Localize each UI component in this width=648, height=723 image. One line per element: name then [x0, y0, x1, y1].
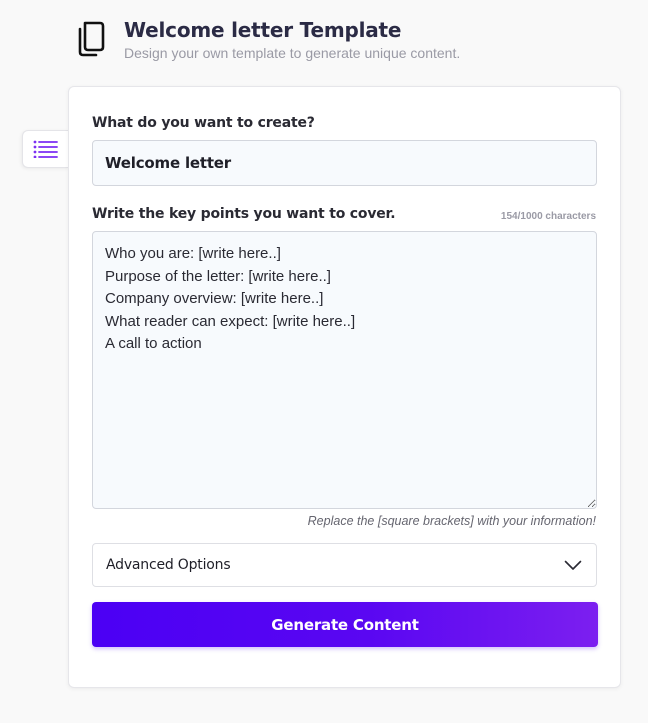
page-title: Welcome letter Template	[124, 18, 402, 42]
page: Welcome letter Template Design your own …	[0, 0, 648, 723]
character-count: 154/1000 characters	[500, 211, 596, 222]
chevron-down-icon	[564, 560, 582, 570]
key-points-textarea[interactable]	[92, 231, 597, 509]
copy-icon	[78, 21, 105, 57]
generate-content-button[interactable]: Generate Content	[92, 602, 598, 647]
topic-label: What do you want to create?	[92, 115, 315, 131]
hint-text: Replace the [square brackets] with your …	[307, 514, 596, 528]
sidebar-toggle-button[interactable]	[22, 130, 69, 168]
advanced-options-label: Advanced Options	[106, 557, 231, 573]
page-subtitle: Design your own template to generate uni…	[124, 45, 461, 61]
list-icon	[33, 140, 58, 158]
advanced-options-dropdown[interactable]: Advanced Options	[92, 543, 597, 587]
topic-input[interactable]	[92, 140, 597, 186]
key-points-label: Write the key points you want to cover.	[92, 206, 396, 222]
template-form-card: What do you want to create? Write the ke…	[68, 86, 621, 688]
